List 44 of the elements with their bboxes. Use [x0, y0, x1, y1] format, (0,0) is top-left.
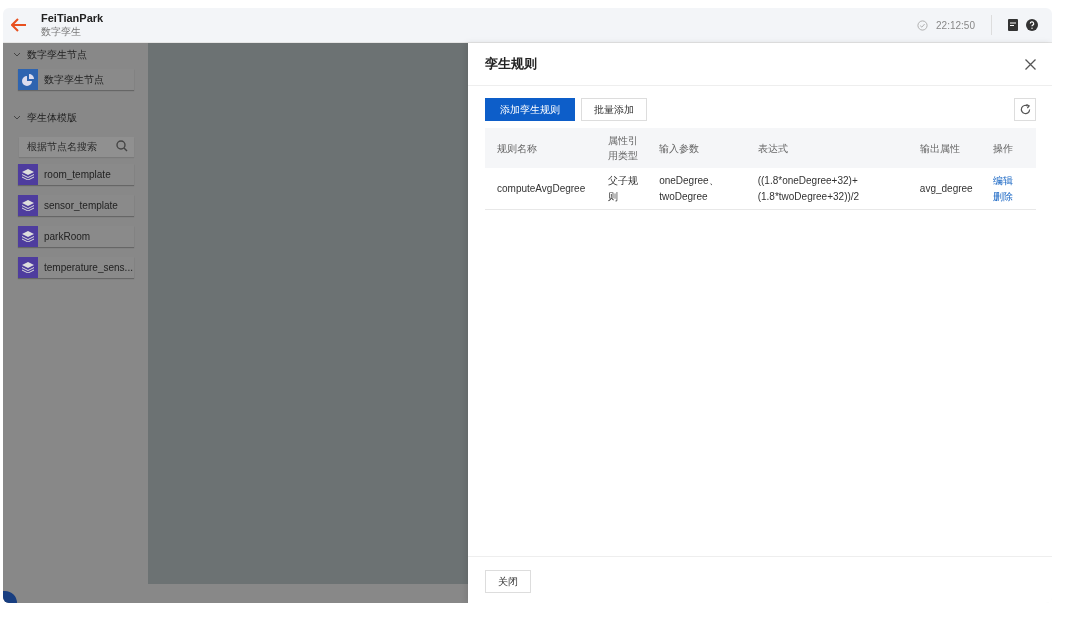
- app-subtitle: 数字孪生: [41, 24, 82, 39]
- layers-icon: [22, 231, 34, 242]
- help-icon[interactable]: [1026, 19, 1038, 31]
- node-item[interactable]: sensor_template: [18, 195, 134, 216]
- node-item[interactable]: room_template: [18, 164, 134, 185]
- clock-time: 22:12:50: [936, 19, 975, 31]
- document-icon[interactable]: [1008, 19, 1018, 31]
- section-title[interactable]: 孪生体模版: [27, 111, 77, 125]
- check-circle-icon: [917, 19, 929, 31]
- app-title: FeiTianPark: [41, 11, 104, 24]
- search-field[interactable]: 根据节点名搜索: [19, 136, 134, 157]
- column-header: 属性引用类型: [607, 135, 638, 161]
- batch-add-button[interactable]: 批量添加: [581, 98, 647, 121]
- layers-icon: [22, 200, 34, 211]
- drawer-title: 孪生规则: [485, 55, 537, 73]
- back-arrow-icon[interactable]: [11, 18, 27, 32]
- table-cell: ((1.8*oneDegree+32)+(1.8*twoDegree+32))/2: [757, 174, 860, 202]
- column-header: 输出属性: [919, 142, 960, 154]
- node-item[interactable]: 数字孪生节点: [18, 69, 134, 90]
- refresh-button[interactable]: [1014, 98, 1036, 121]
- close-icon[interactable]: [1025, 58, 1036, 70]
- column-header: 操作: [992, 142, 1013, 154]
- section-title[interactable]: 数字孪生节点: [27, 48, 87, 62]
- chevron-icon[interactable]: [13, 115, 21, 121]
- table-cell: avg_degree: [919, 182, 973, 194]
- layers-icon: [22, 262, 34, 273]
- pie-chart-icon: [22, 73, 34, 86]
- layers-icon: [22, 169, 34, 180]
- close-button[interactable]: 关闭: [485, 570, 531, 593]
- delete-link[interactable]: 删除: [992, 188, 1030, 205]
- chevron-icon[interactable]: [13, 52, 21, 58]
- add-rule-button[interactable]: 添加孪生规则: [485, 98, 575, 121]
- table-cell: computeAvgDegree: [497, 182, 586, 194]
- corner-decoration: [3, 591, 17, 603]
- column-header: 规则名称: [497, 142, 537, 154]
- column-header: 表达式: [757, 142, 788, 154]
- table-cell: oneDegree、twoDegree: [659, 174, 719, 202]
- column-header: 输入参数: [659, 142, 700, 154]
- edit-link[interactable]: 编辑: [992, 172, 1030, 189]
- table-cell: 父子规则: [607, 174, 638, 202]
- refresh-icon: [1019, 104, 1031, 115]
- node-item[interactable]: parkRoom: [18, 226, 134, 247]
- search-icon[interactable]: [116, 140, 128, 152]
- node-item[interactable]: temperature_sens...: [18, 257, 134, 278]
